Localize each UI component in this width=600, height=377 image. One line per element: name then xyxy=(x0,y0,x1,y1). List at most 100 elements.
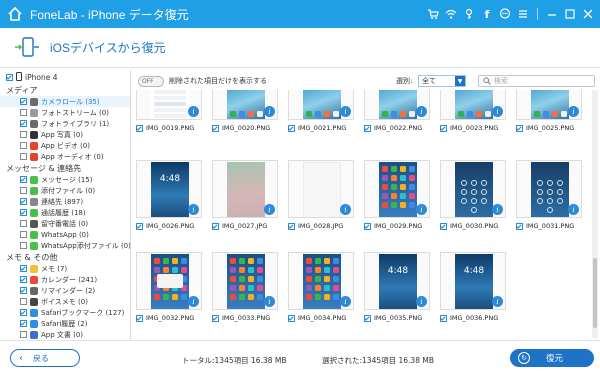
info-icon[interactable]: i xyxy=(340,204,351,215)
file-checkbox[interactable] xyxy=(364,222,371,230)
file-checkbox[interactable] xyxy=(288,124,295,132)
file-checkbox[interactable] xyxy=(440,124,447,132)
file-thumbnail[interactable]: i IMG_0031.PNG xyxy=(512,160,586,237)
sidebar-item[interactable]: メッセージ (15) xyxy=(0,174,130,185)
file-thumbnail[interactable]: i IMG_0029.PNG xyxy=(360,160,434,237)
file-checkbox[interactable] xyxy=(516,222,523,230)
file-checkbox[interactable] xyxy=(288,314,295,322)
file-thumbnail[interactable]: 4:48 i IMG_0035.PNG xyxy=(360,252,434,329)
sidebar-item-checkbox[interactable] xyxy=(20,131,27,138)
close-icon[interactable] xyxy=(580,6,596,22)
file-thumbnail[interactable]: i IMG_0022.PNG xyxy=(360,90,434,153)
maximize-icon[interactable] xyxy=(562,6,578,22)
file-thumbnail[interactable]: i IMG_0033.PNG xyxy=(208,252,282,329)
scrollbar-thumb[interactable] xyxy=(593,258,597,328)
sidebar-item[interactable]: 留守番電話 (0) xyxy=(0,218,130,229)
minimize-icon[interactable] xyxy=(544,6,560,22)
file-thumbnail[interactable]: i IMG_0027.JPG xyxy=(208,160,282,237)
info-icon[interactable]: i xyxy=(264,106,275,117)
file-thumbnail[interactable]: i IMG_0025.PNG xyxy=(512,90,586,153)
file-thumbnail[interactable]: i IMG_0032.PNG xyxy=(132,252,206,329)
sidebar-item[interactable]: Safariブックマーク (127) xyxy=(0,307,130,318)
sidebar-item-checkbox[interactable] xyxy=(20,331,27,338)
sidebar-item[interactable]: ボイスメモ (0) xyxy=(0,296,130,307)
sidebar-item[interactable]: App オーディオ (0) xyxy=(0,151,130,162)
sidebar-item-checkbox[interactable] xyxy=(20,120,27,127)
sidebar-item-checkbox[interactable] xyxy=(20,187,27,194)
file-thumbnail[interactable]: i IMG_0030.PNG xyxy=(436,160,510,237)
sidebar-item-checkbox[interactable] xyxy=(20,198,27,205)
file-checkbox[interactable] xyxy=(440,314,447,322)
sidebar-item[interactable]: 通話履歴 (18) xyxy=(0,207,130,218)
sidebar-item-checkbox[interactable] xyxy=(20,320,27,327)
sidebar-item-checkbox[interactable] xyxy=(20,276,27,283)
device-row[interactable]: iPhone 4 xyxy=(0,70,130,84)
sidebar-item-checkbox[interactable] xyxy=(20,109,27,116)
file-thumbnail[interactable]: i IMG_0034.PNG xyxy=(284,252,358,329)
info-icon[interactable]: i xyxy=(264,296,275,307)
file-checkbox[interactable] xyxy=(212,124,219,132)
file-checkbox[interactable] xyxy=(364,124,371,132)
file-thumbnail[interactable]: i IMG_0028.JPG xyxy=(284,160,358,237)
info-icon[interactable]: i xyxy=(416,106,427,117)
file-checkbox[interactable] xyxy=(212,222,219,230)
sidebar-item-checkbox[interactable] xyxy=(20,98,27,105)
sidebar-item-checkbox[interactable] xyxy=(20,153,27,160)
file-checkbox[interactable] xyxy=(288,222,295,230)
sidebar-item[interactable]: WhatsApp (0) xyxy=(0,229,130,240)
sidebar-item-checkbox[interactable] xyxy=(20,209,27,216)
file-thumbnail[interactable]: i IMG_0020.PNG xyxy=(208,90,282,153)
file-thumbnail[interactable]: i IMG_0021.PNG xyxy=(284,90,358,153)
sidebar-item[interactable]: App 文書 (0) xyxy=(0,329,130,340)
sidebar-item[interactable]: 連絡先 (897) xyxy=(0,196,130,207)
sidebar-item-checkbox[interactable] xyxy=(20,242,27,249)
file-checkbox[interactable] xyxy=(136,222,143,230)
device-checkbox[interactable] xyxy=(6,73,13,81)
file-checkbox[interactable] xyxy=(136,314,143,322)
sidebar-item[interactable]: フォトライブラリ (1) xyxy=(0,118,130,129)
menu-icon[interactable] xyxy=(515,6,531,22)
key-icon[interactable] xyxy=(461,6,477,22)
info-icon[interactable]: i xyxy=(188,296,199,307)
file-checkbox[interactable] xyxy=(440,222,447,230)
info-icon[interactable]: i xyxy=(568,204,579,215)
sidebar-item-checkbox[interactable] xyxy=(20,309,27,316)
sidebar-item[interactable]: カレンダー (241) xyxy=(0,274,130,285)
home-icon[interactable] xyxy=(6,5,24,23)
sidebar-item-checkbox[interactable] xyxy=(20,231,27,238)
sidebar-item[interactable]: WhatsApp添付ファイル (0) xyxy=(0,240,130,251)
sidebar-item-checkbox[interactable] xyxy=(20,142,27,149)
cart-icon[interactable] xyxy=(425,6,441,22)
sidebar-item[interactable]: App ビデオ (0) xyxy=(0,140,130,151)
file-thumbnail[interactable]: i IMG_0023.PNG xyxy=(436,90,510,153)
info-icon[interactable]: i xyxy=(188,204,199,215)
sidebar-item-checkbox[interactable] xyxy=(20,220,27,227)
info-icon[interactable]: i xyxy=(416,296,427,307)
file-checkbox[interactable] xyxy=(364,314,371,322)
filter-select[interactable]: 全て ▼ xyxy=(418,75,466,87)
recover-button[interactable]: ↻ 復元 xyxy=(510,349,594,367)
info-icon[interactable]: i xyxy=(264,204,275,215)
sidebar-item[interactable]: カメラロール (35) xyxy=(0,96,130,107)
file-thumbnail[interactable]: 4:48 i IMG_0026.PNG xyxy=(132,160,206,237)
info-icon[interactable]: i xyxy=(340,296,351,307)
info-icon[interactable]: i xyxy=(416,204,427,215)
info-icon[interactable]: i xyxy=(492,204,503,215)
info-icon[interactable]: i xyxy=(568,106,579,117)
wifi-icon[interactable] xyxy=(443,6,459,22)
sidebar-item-checkbox[interactable] xyxy=(20,176,27,183)
file-thumbnail[interactable]: i IMG_0019.PNG xyxy=(132,90,206,153)
sidebar-item[interactable]: メモ (7) xyxy=(0,263,130,274)
sidebar-item[interactable]: フォトストリーム (0) xyxy=(0,107,130,118)
search-input[interactable]: 検索 xyxy=(478,75,595,87)
grid-scrollbar[interactable] xyxy=(592,90,598,338)
sidebar-item[interactable]: リマインダー (2) xyxy=(0,285,130,296)
back-button[interactable]: ‹ 戻る xyxy=(10,349,80,367)
info-icon[interactable]: i xyxy=(492,296,503,307)
sidebar-item-checkbox[interactable] xyxy=(20,298,27,305)
info-icon[interactable]: i xyxy=(188,106,199,117)
info-icon[interactable]: i xyxy=(340,106,351,117)
file-checkbox[interactable] xyxy=(516,124,523,132)
facebook-icon[interactable]: f xyxy=(479,6,495,22)
sidebar-item-checkbox[interactable] xyxy=(20,265,27,272)
